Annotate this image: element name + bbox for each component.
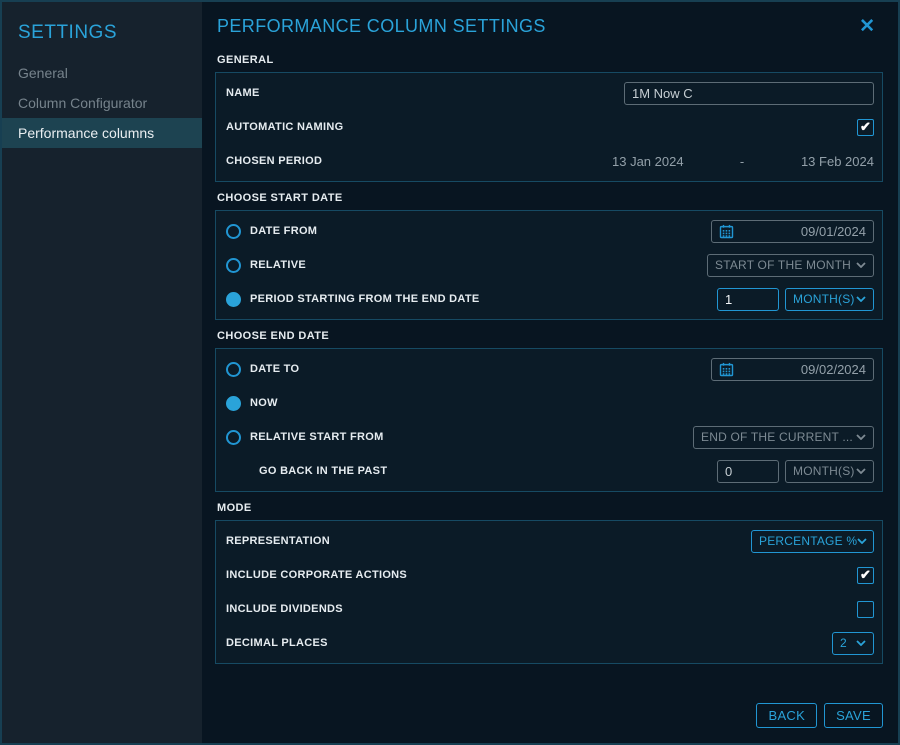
sidebar-item-general[interactable]: General [2,58,202,88]
representation-label: REPRESENTATION [226,535,330,547]
corporate-actions-row: INCLUDE CORPORATE ACTIONS [226,558,874,592]
relative-start-dropdown[interactable]: START OF THE MONTH [707,254,874,277]
date-from-label: DATE FROM [250,225,317,237]
go-back-unit-dropdown[interactable]: MONTH(S) [785,460,874,483]
date-to-label: DATE TO [250,363,299,375]
date-from-radio[interactable] [226,224,241,239]
period-amount-input[interactable]: 1 [717,288,779,311]
chosen-period-label: CHOSEN PERIOD [226,155,322,167]
chosen-period-row: CHOSEN PERIOD 13 Jan 2024 - 13 Feb 2024 [226,144,874,178]
name-row: NAME 1M Now C [226,76,874,110]
chevron-down-icon [857,538,867,544]
go-back-amount-input[interactable]: 0 [717,460,779,483]
settings-window: SETTINGS General Column Configurator Per… [0,0,900,745]
section-label-general: GENERAL [215,48,883,72]
go-back-unit-value: MONTH(S) [793,464,855,478]
sidebar: SETTINGS General Column Configurator Per… [2,2,202,743]
decimal-places-label: DECIMAL PLACES [226,637,328,649]
back-button[interactable]: BACK [756,703,817,728]
choose-start-date-box: DATE FROM 09/01/2024 RELATIVE START OF T… [215,210,883,320]
section-label-mode: MODE [215,496,883,520]
now-label: NOW [250,397,278,409]
calendar-icon[interactable] [719,362,734,377]
date-from-input[interactable]: 09/01/2024 [711,220,874,243]
footer: BACK SAVE [215,691,883,743]
period-starting-label: PERIOD STARTING FROM THE END DATE [250,293,480,305]
period-unit-dropdown[interactable]: MONTH(S) [785,288,874,311]
representation-row: REPRESENTATION PERCENTAGE % [226,524,874,558]
corporate-actions-checkbox[interactable] [857,567,874,584]
period-unit-value: MONTH(S) [793,292,855,306]
period-starting-row: PERIOD STARTING FROM THE END DATE 1 MONT… [226,282,874,316]
chevron-down-icon [856,296,866,302]
decimal-places-dropdown[interactable]: 2 [832,632,874,655]
calendar-icon[interactable] [719,224,734,239]
decimal-places-row: DECIMAL PLACES 2 [226,626,874,660]
relative-row: RELATIVE START OF THE MONTH [226,248,874,282]
relative-start-from-label: RELATIVE START FROM [250,431,384,443]
relative-start-value: START OF THE MONTH [715,258,851,272]
date-to-input[interactable]: 09/02/2024 [711,358,874,381]
section-label-choose-start-date: CHOOSE START DATE [215,186,883,210]
sidebar-item-column-configurator[interactable]: Column Configurator [2,88,202,118]
date-to-row: DATE TO 09/02/2024 [226,352,874,386]
automatic-naming-label: AUTOMATIC NAMING [226,121,343,133]
relative-start-from-row: RELATIVE START FROM END OF THE CURRENT .… [226,420,874,454]
date-to-radio[interactable] [226,362,241,377]
relative-end-value: END OF THE CURRENT ... [701,430,853,444]
sidebar-item-performance-columns[interactable]: Performance columns [2,118,202,148]
chevron-down-icon [856,434,866,440]
dividends-row: INCLUDE DIVIDENDS [226,592,874,626]
period-separator: - [712,154,744,169]
section-label-choose-end-date: CHOOSE END DATE [215,324,883,348]
date-from-row: DATE FROM 09/01/2024 [226,214,874,248]
sidebar-title: SETTINGS [2,12,202,58]
chevron-down-icon [856,262,866,268]
name-label: NAME [226,87,260,99]
relative-label: RELATIVE [250,259,306,271]
date-to-value: 09/02/2024 [801,362,866,377]
period-starting-radio[interactable] [226,292,241,307]
go-back-row: GO BACK IN THE PAST 0 MONTH(S) [226,454,874,488]
automatic-naming-row: AUTOMATIC NAMING [226,110,874,144]
mode-box: REPRESENTATION PERCENTAGE % INCLUDE CORP… [215,520,883,664]
general-box: NAME 1M Now C AUTOMATIC NAMING CHOSEN PE… [215,72,883,182]
period-start-date: 13 Jan 2024 [612,154,684,169]
period-end-date: 13 Feb 2024 [801,154,874,169]
chosen-period-values: 13 Jan 2024 - 13 Feb 2024 [612,154,874,169]
panel-header: PERFORMANCE COLUMN SETTINGS ✕ [215,2,883,48]
name-value: 1M Now C [632,86,693,101]
representation-dropdown[interactable]: PERCENTAGE % [751,530,874,553]
dividends-checkbox[interactable] [857,601,874,618]
chevron-down-icon [856,640,866,646]
relative-start-from-radio[interactable] [226,430,241,445]
save-button[interactable]: SAVE [824,703,883,728]
choose-end-date-box: DATE TO 09/02/2024 NOW RELATIVE START FR… [215,348,883,492]
now-row: NOW [226,386,874,420]
date-from-value: 09/01/2024 [801,224,866,239]
close-icon[interactable]: ✕ [853,15,881,38]
dividends-label: INCLUDE DIVIDENDS [226,603,343,615]
performance-column-settings-panel: PERFORMANCE COLUMN SETTINGS ✕ GENERAL NA… [202,2,898,743]
name-input[interactable]: 1M Now C [624,82,874,105]
representation-value: PERCENTAGE % [759,534,857,548]
go-back-amount-value: 0 [725,464,732,479]
panel-title: PERFORMANCE COLUMN SETTINGS [217,16,546,37]
now-radio[interactable] [226,396,241,411]
chevron-down-icon [856,468,866,474]
relative-radio[interactable] [226,258,241,273]
corporate-actions-label: INCLUDE CORPORATE ACTIONS [226,569,407,581]
automatic-naming-checkbox[interactable] [857,119,874,136]
period-amount-value: 1 [725,292,732,307]
relative-end-dropdown[interactable]: END OF THE CURRENT ... [693,426,874,449]
go-back-label: GO BACK IN THE PAST [259,465,387,477]
decimal-places-value: 2 [840,636,847,650]
